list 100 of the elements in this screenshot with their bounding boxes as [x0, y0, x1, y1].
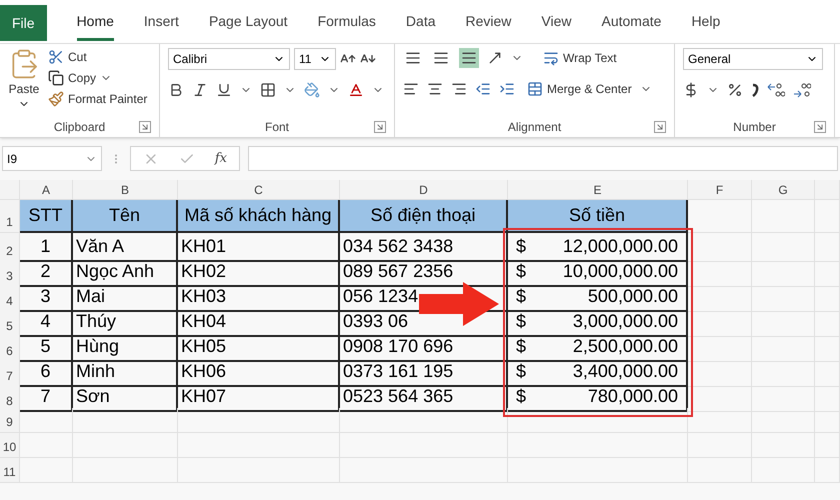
header-cell: Số tiền	[508, 200, 688, 233]
empty-cell	[752, 233, 815, 262]
currency-symbol: $	[516, 235, 526, 258]
name-box[interactable]: I9	[2, 146, 102, 171]
table-cell: KH01	[178, 233, 340, 262]
table-cell: 0523 564 365	[340, 383, 508, 412]
dialog-launcher-icon[interactable]	[814, 121, 826, 133]
dialog-launcher-icon[interactable]	[139, 121, 151, 133]
row-header[interactable]: 10	[0, 433, 20, 458]
table-cell: 0908 170 696	[340, 333, 508, 362]
group-label: Alignment	[508, 119, 562, 136]
table-cell: Minh	[73, 358, 178, 387]
table-cell: 4	[20, 308, 73, 337]
number-format-value: General	[688, 51, 731, 68]
table-cell: Ngọc Anh	[73, 258, 178, 287]
font-color-icon[interactable]	[348, 82, 364, 98]
empty-cell	[815, 433, 840, 458]
italic-icon[interactable]	[192, 82, 208, 98]
empty-cell	[815, 233, 840, 262]
format-painter-button[interactable]: Format Painter	[48, 90, 148, 108]
table-cell: Thúy	[73, 308, 178, 337]
align-left-icon[interactable]	[403, 81, 419, 97]
table-cell: 5	[20, 333, 73, 362]
ribbon-tab[interactable]: Home	[76, 5, 114, 41]
insert-function-button[interactable]: fx	[214, 148, 227, 168]
ribbon-tab[interactable]: Data	[406, 5, 436, 41]
arrow-icon	[419, 282, 499, 326]
ribbon-tab[interactable]: Help	[691, 5, 720, 41]
ribbon-tab[interactable]: Review	[466, 5, 512, 41]
empty-cell	[752, 433, 815, 458]
font-name-field[interactable]: Calibri	[168, 48, 290, 70]
currency-symbol: $	[516, 260, 526, 283]
ribbon-tab[interactable]: Page Layout	[208, 5, 288, 41]
amount-value: 500,000.00	[588, 285, 678, 308]
wrap-text-button[interactable]: Wrap Text	[543, 49, 617, 67]
row-header[interactable]: 9	[0, 408, 20, 433]
font-size-value: 11	[299, 51, 312, 68]
table-cell: 3	[20, 283, 73, 312]
empty-cell	[752, 200, 815, 233]
table-cell: KH04	[178, 308, 340, 337]
ribbon-tab[interactable]: Insert	[144, 5, 179, 41]
amount-value: 2,500,000.00	[572, 335, 678, 358]
borders-icon[interactable]	[260, 82, 276, 98]
cell-reference: I9	[7, 150, 18, 168]
group-label: Font	[264, 119, 289, 136]
row-header[interactable]: 11	[0, 458, 20, 483]
vertical-align-icon[interactable]	[459, 48, 479, 68]
formula-input[interactable]	[248, 146, 838, 171]
table-cell: KH07	[178, 383, 340, 412]
percent-icon[interactable]	[727, 82, 743, 98]
align-right-icon[interactable]	[451, 81, 467, 97]
currency-symbol: $	[516, 385, 526, 408]
table-cell: KH02	[178, 258, 340, 287]
underline-icon[interactable]	[216, 82, 232, 98]
comma-style-icon[interactable]	[751, 83, 759, 97]
row-header[interactable]: 1	[0, 200, 20, 233]
increase-indent-icon[interactable]	[499, 81, 515, 97]
copy-button[interactable]: Copy	[48, 69, 96, 87]
number-format-field[interactable]: General	[683, 48, 823, 70]
table-cell: 6	[20, 358, 73, 387]
font-size-field[interactable]: 11	[294, 48, 336, 70]
currency-symbol: $	[516, 310, 526, 333]
header-cell: Số điện thoại	[340, 200, 508, 233]
fill-color-icon[interactable]	[304, 82, 320, 98]
decrease-indent-icon[interactable]	[475, 81, 491, 97]
ribbon-tab[interactable]: View	[541, 5, 572, 41]
group-label: Clipboard	[54, 119, 106, 136]
column-header[interactable]: G	[752, 180, 815, 200]
table-cell: 1	[20, 233, 73, 262]
currency-symbol: $	[516, 285, 526, 308]
paintbrush-icon	[48, 91, 64, 107]
currency-symbol: $	[516, 360, 526, 383]
wrap-text-icon	[543, 50, 559, 66]
dialog-launcher-icon[interactable]	[374, 121, 386, 133]
amount-value: 3,400,000.00	[572, 360, 678, 383]
amount-value: 10,000,000.00	[562, 260, 678, 283]
paste-button[interactable]: Paste	[8, 48, 40, 110]
file-tab[interactable]: File	[0, 5, 47, 41]
empty-cell	[752, 458, 815, 483]
decrease-decimal-icon[interactable]	[793, 82, 811, 98]
amount-value: 780,000.00	[588, 385, 678, 408]
column-header[interactable]: F	[688, 180, 752, 200]
cut-button[interactable]: Cut	[48, 48, 148, 66]
increase-decimal-icon[interactable]	[767, 82, 785, 98]
empty-cell	[688, 233, 752, 262]
dialog-launcher-icon[interactable]	[654, 121, 666, 133]
table-cell: KH03	[178, 283, 340, 312]
empty-cell	[688, 433, 752, 458]
table-cell: Mai	[73, 283, 178, 312]
ribbon-tab[interactable]: Formulas	[318, 5, 376, 41]
table-cell: Hùng	[73, 333, 178, 362]
table-cell: 7	[20, 383, 73, 412]
merge-center-button[interactable]: Merge & Center	[527, 80, 632, 98]
table-cell: Văn A	[73, 233, 178, 262]
ribbon-tab[interactable]: Automate	[602, 5, 662, 41]
table-cell: Sơn	[73, 383, 178, 412]
align-center-icon[interactable]	[427, 81, 443, 97]
orientation-icon[interactable]	[487, 50, 503, 66]
table-cell: 2	[20, 258, 73, 287]
table-cell: KH06	[178, 358, 340, 387]
